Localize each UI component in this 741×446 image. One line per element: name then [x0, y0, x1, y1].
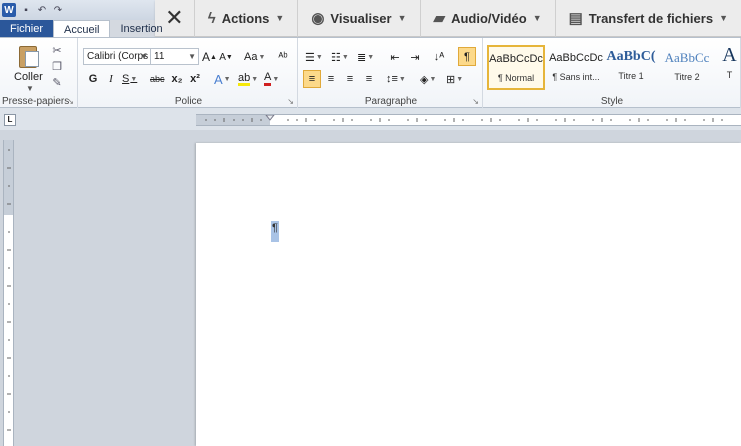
superscript-button[interactable]: x² — [188, 71, 202, 87]
bullets-icon[interactable]: ☰ ▼ — [305, 49, 323, 65]
styles-group-label: Style — [600, 96, 624, 107]
copy-icon[interactable]: ❐ — [50, 59, 64, 73]
subscript-button[interactable]: x₂ — [170, 71, 184, 87]
style-title[interactable]: A T — [718, 45, 741, 90]
numbering-icon[interactable]: ☷ ▼ — [331, 49, 349, 65]
dialog-launcher-icon[interactable]: ↘ — [287, 97, 294, 106]
shading-icon[interactable]: ◈ ▼ — [420, 71, 436, 87]
justify-icon[interactable]: ≡ — [362, 71, 376, 87]
ruler-bar: L — [0, 108, 741, 130]
highlight-button[interactable]: ab ▼ — [238, 71, 258, 87]
dialog-launcher-icon[interactable]: ↘ — [472, 97, 479, 106]
horizontal-ruler[interactable] — [196, 114, 741, 126]
redo-icon[interactable]: ↷ — [52, 4, 64, 16]
font-size-value: 11 — [154, 51, 165, 62]
grow-font-button[interactable]: A ▲ — [202, 49, 217, 65]
style-heading-2[interactable]: AaBbCc Titre 2 — [658, 45, 716, 90]
chevron-down-icon: ▼ — [397, 13, 407, 23]
eye-icon: ◉ — [311, 10, 325, 27]
visualiser-menu[interactable]: ◉ Visualiser ▼ — [298, 0, 421, 37]
paragraph-group: ☰ ▼ ☷ ▼ ≣ ▼ ⇤ ⇥ ↓ᴬ ¶ ≡ ≡ ≡ ≡ ↕≡ ▼ ◈ ▼ ⊞ ▼ Para… — [300, 38, 483, 108]
ribbon-tabs: Fichier Accueil Insertion — [0, 20, 173, 39]
align-center-icon[interactable]: ≡ — [324, 71, 338, 87]
bold-button[interactable]: G — [86, 71, 100, 87]
text-effects-button[interactable]: A ▼ — [214, 71, 231, 87]
style-normal[interactable]: AaBbCcDc ¶ Normal — [487, 45, 545, 90]
format-painter-icon[interactable]: ✎ — [50, 75, 64, 89]
undo-icon[interactable]: ↶ — [36, 4, 48, 16]
clear-format-icon[interactable]: ᴬᵇ — [276, 49, 290, 65]
tab-selector[interactable]: L — [4, 114, 16, 126]
document-workspace: ¶ — [0, 130, 741, 446]
ribbon: Coller ▼ ✂ ❐ ✎ Presse-papiers ↘ Calibri … — [0, 37, 741, 108]
borders-icon[interactable]: ⊞ ▼ — [446, 71, 463, 87]
paragraph-mark[interactable]: ¶ — [271, 221, 279, 242]
actions-label: Actions — [221, 10, 270, 26]
document-page[interactable]: ¶ — [196, 143, 741, 446]
style-heading-1[interactable]: AaBbC( Titre 1 — [602, 45, 660, 90]
file-transfer-menu[interactable]: ▤ Transfert de fichiers ▼ — [556, 0, 741, 37]
clipboard-group: Coller ▼ ✂ ❐ ✎ Presse-papiers ↘ — [0, 38, 78, 108]
font-group-label: Police — [174, 96, 203, 107]
font-color-button[interactable]: A ▼ — [264, 71, 279, 87]
chevron-down-icon: ▼ — [188, 52, 196, 61]
underline-button[interactable]: S ▼ — [122, 71, 137, 87]
increase-indent-icon[interactable]: ⇥ — [408, 49, 422, 65]
show-marks-button[interactable]: ¶ — [458, 47, 476, 66]
style-no-spacing[interactable]: AaBbCcDc ¶ Sans int... — [547, 45, 605, 90]
tab-fichier[interactable]: Fichier — [0, 20, 54, 38]
chevron-down-icon[interactable]: ▼ — [26, 84, 34, 93]
chevron-down-icon: ▼ — [719, 13, 728, 23]
multilevel-list-icon[interactable]: ≣ ▼ — [357, 49, 374, 65]
first-line-indent-marker — [265, 115, 275, 121]
chevron-down-icon: ▼ — [275, 13, 285, 23]
cut-icon[interactable]: ✂ — [50, 43, 64, 57]
vertical-ruler[interactable] — [3, 140, 14, 446]
save-icon[interactable]: ▪ — [20, 4, 32, 16]
sort-icon[interactable]: ↓ᴬ — [432, 49, 446, 65]
font-name-box[interactable]: Calibri (Corps ▼ — [83, 48, 151, 65]
clipboard-group-label: Presse-papiers — [2, 96, 70, 107]
italic-button[interactable]: I — [104, 71, 118, 87]
audio-video-label: Audio/Vidéo — [451, 10, 527, 26]
word-icon[interactable]: W — [2, 3, 16, 17]
font-name-value: Calibri (Corps — [87, 51, 149, 62]
tab-insertion[interactable]: Insertion — [110, 20, 172, 38]
align-left-icon[interactable]: ≡ — [303, 70, 321, 88]
paragraph-group-label: Paragraphe — [364, 96, 418, 107]
chat-bubbles-icon: ▰ — [433, 10, 446, 27]
paste-icon[interactable] — [17, 43, 41, 69]
align-right-icon[interactable]: ≡ — [343, 71, 357, 87]
line-spacing-icon[interactable]: ↕≡ ▼ — [386, 71, 406, 87]
highlighter-icon: ab — [238, 71, 251, 86]
audio-video-menu[interactable]: ▰ Audio/Vidéo ▼ — [421, 0, 556, 37]
chevron-down-icon: ▼ — [140, 52, 148, 61]
decrease-indent-icon[interactable]: ⇤ — [388, 49, 402, 65]
vertical-ruler-ticks — [7, 149, 11, 431]
visualiser-label: Visualiser — [330, 10, 392, 26]
shrink-font-button[interactable]: A ▼ — [219, 49, 233, 65]
change-case-button[interactable]: Aa ▼ — [244, 49, 265, 65]
actions-menu[interactable]: ϟ Actions ▼ — [195, 0, 299, 37]
styles-group: AaBbCcDc ¶ Normal AaBbCcDc ¶ Sans int...… — [484, 38, 741, 108]
quick-access-toolbar: W ▪ ↶ ↷ — [0, 0, 64, 20]
ruler-ticks — [205, 115, 723, 122]
paste-button[interactable]: Coller — [14, 71, 43, 83]
chevron-down-icon: ▼ — [532, 13, 542, 23]
strikethrough-button[interactable]: abc — [150, 71, 165, 87]
font-group: Calibri (Corps ▼ 11 ▼ A ▲ A ▼ Aa ▼ ᴬᵇ G I S… — [80, 38, 298, 108]
lightning-icon: ϟ — [207, 9, 216, 27]
remote-toolbar: ✕ ϟ Actions ▼ ◉ Visualiser ▼ ▰ Audio/Vid… — [155, 0, 741, 37]
file-transfer-label: Transfert de fichiers — [588, 10, 714, 26]
font-size-box[interactable]: 11 ▼ — [150, 48, 199, 65]
file-transfer-icon: ▤ — [568, 10, 583, 27]
dialog-launcher-icon[interactable]: ↘ — [67, 97, 74, 106]
